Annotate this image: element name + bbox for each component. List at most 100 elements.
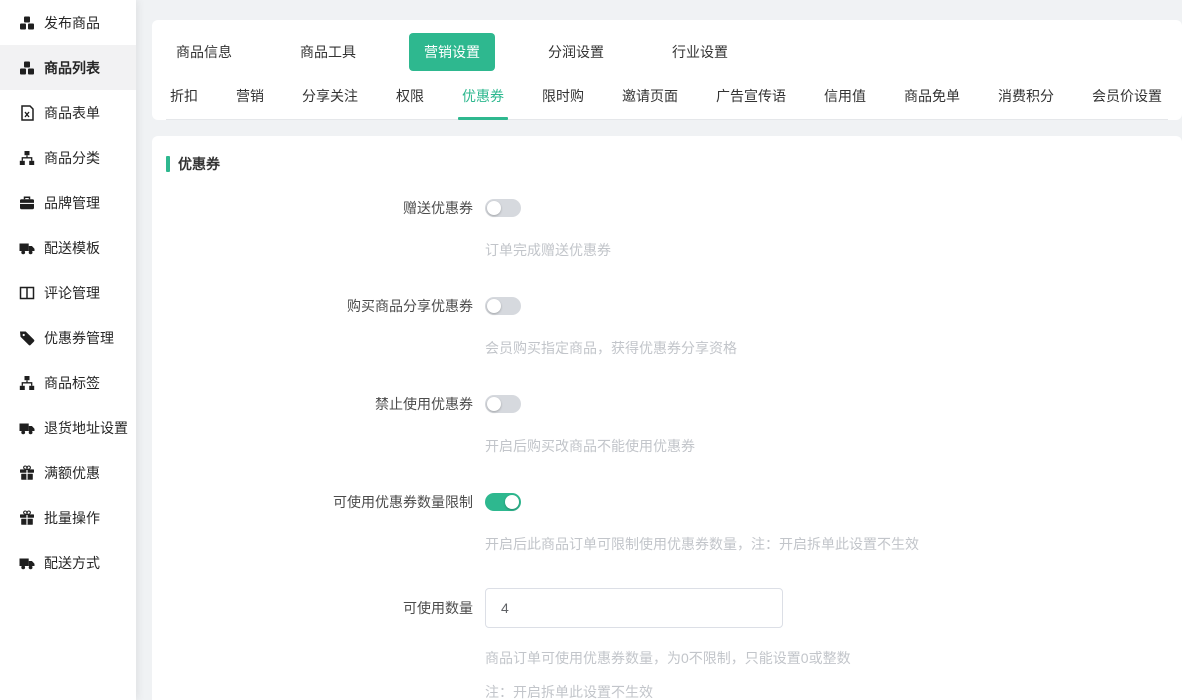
form-row-main: 赠送优惠券 xyxy=(152,196,1182,220)
form-help-line: 注：开启拆单此设置不生效 xyxy=(485,682,1182,700)
sidebar-item[interactable]: 商品列表 xyxy=(0,45,136,90)
tabs-card: 商品信息商品工具营销设置分润设置行业设置 折扣 营销 分享关注 权限 优惠券 限时购 邀请页… xyxy=(152,20,1182,120)
sidebar-item[interactable]: 优惠券管理 xyxy=(0,315,136,360)
truck-icon xyxy=(19,240,35,256)
sidebar-item-label: 优惠券管理 xyxy=(44,328,114,348)
form-help-line: 订单完成赠送优惠券 xyxy=(485,240,1182,260)
tab-5[interactable]: 行业设置 xyxy=(657,33,743,71)
content-card: 优惠券 赠送优惠券订单完成赠送优惠券购买商品分享优惠券会员购买指定商品，获得优惠… xyxy=(152,136,1182,700)
sidebar-item-label: 品牌管理 xyxy=(44,193,100,213)
toggle-switch-off[interactable] xyxy=(485,199,521,217)
sidebar-item[interactable]: 商品表单 xyxy=(0,90,136,135)
form-help-line: 商品订单可使用优惠券数量，为0不限制，只能设置0或整数 xyxy=(485,648,1182,668)
form-row: 可使用数量商品订单可使用优惠券数量，为0不限制，只能设置0或整数注：开启拆单此设… xyxy=(152,588,1182,700)
sidebar-item-label: 满额优惠 xyxy=(44,463,100,483)
briefcase-icon xyxy=(19,195,35,211)
form-row-main: 禁止使用优惠券 xyxy=(152,392,1182,416)
form-row: 购买商品分享优惠券会员购买指定商品，获得优惠券分享资格 xyxy=(152,294,1182,358)
toggle-switch-off[interactable] xyxy=(485,395,521,413)
form-control xyxy=(485,297,521,315)
form-help-line: 开启后此商品订单可限制使用优惠券数量，注：开启拆单此设置不生效 xyxy=(485,534,1182,554)
tab-2[interactable]: 商品工具 xyxy=(285,33,371,71)
sidebar-item-label: 批量操作 xyxy=(44,508,100,528)
sidebar-item-label: 评论管理 xyxy=(44,283,100,303)
tab-3[interactable]: 营销设置 xyxy=(409,33,495,71)
form-control xyxy=(485,588,783,628)
columns-icon xyxy=(19,285,35,301)
sidebar-item-label: 商品列表 xyxy=(44,58,100,78)
subtab-5[interactable]: 优惠券 xyxy=(462,86,504,119)
section-header: 优惠券 xyxy=(152,136,1182,174)
truck-icon xyxy=(19,420,35,436)
form-label: 可使用数量 xyxy=(152,598,473,618)
sidebar-item[interactable]: 品牌管理 xyxy=(0,180,136,225)
tab-1[interactable]: 商品信息 xyxy=(161,33,247,71)
form-label: 禁止使用优惠券 xyxy=(152,394,473,414)
subtab-7[interactable]: 邀请页面 xyxy=(622,86,678,119)
sidebar-item[interactable]: 配送模板 xyxy=(0,225,136,270)
section-title: 优惠券 xyxy=(178,154,220,174)
form-help-text: 会员购买指定商品，获得优惠券分享资格 xyxy=(485,338,1182,358)
sitemap-icon xyxy=(19,150,35,166)
form-help-line: 开启后购买改商品不能使用优惠券 xyxy=(485,436,1182,456)
subtab-1[interactable]: 折扣 xyxy=(170,86,198,119)
form-control xyxy=(485,199,521,217)
sub-tabs: 折扣 营销 分享关注 权限 优惠券 限时购 邀请页面 广告宣传语 信用值 商品免单 消费积分 会员价设… xyxy=(166,71,1168,120)
form-control xyxy=(485,395,521,413)
subtab-9[interactable]: 信用值 xyxy=(824,86,866,119)
sidebar-item[interactable]: 退货地址设置 xyxy=(0,405,136,450)
cubes-icon xyxy=(19,60,35,76)
subtab-4[interactable]: 权限 xyxy=(396,86,424,119)
sitemap-icon xyxy=(19,375,35,391)
form-label: 可使用优惠券数量限制 xyxy=(152,492,473,512)
sidebar-item[interactable]: 批量操作 xyxy=(0,495,136,540)
sidebar-item[interactable]: 商品分类 xyxy=(0,135,136,180)
form-row-main: 可使用优惠券数量限制 xyxy=(152,490,1182,514)
main-area: 商品信息商品工具营销设置分润设置行业设置 折扣营销分享关注权限优惠券限时购邀请页… xyxy=(152,0,1182,700)
sidebar-item-label: 配送方式 xyxy=(44,553,100,573)
subtab-12[interactable]: 会员价设置 xyxy=(1092,86,1162,119)
sidebar: 发布商品商品列表商品表单商品分类品牌管理配送模板评论管理优惠券管理商品标签退货地… xyxy=(0,0,136,700)
tab-4[interactable]: 分润设置 xyxy=(533,33,619,71)
subtab-10[interactable]: 商品免单 xyxy=(904,86,960,119)
sidebar-item-label: 商品分类 xyxy=(44,148,100,168)
sidebar-item-label: 配送模板 xyxy=(44,238,100,258)
subtab-3[interactable]: 分享关注 xyxy=(302,86,358,119)
sidebar-item-label: 商品表单 xyxy=(44,103,100,123)
sidebar-item-label: 商品标签 xyxy=(44,373,100,393)
coupon-settings-form: 赠送优惠券订单完成赠送优惠券购买商品分享优惠券会员购买指定商品，获得优惠券分享资… xyxy=(152,196,1182,700)
form-row-main: 可使用数量 xyxy=(152,588,1182,628)
form-help-text: 开启后此商品订单可限制使用优惠券数量，注：开启拆单此设置不生效 xyxy=(485,534,1182,554)
sidebar-item-label: 退货地址设置 xyxy=(44,418,128,438)
usable-quantity-input[interactable] xyxy=(485,588,783,628)
subtab-11[interactable]: 消费积分 xyxy=(998,86,1054,119)
sidebar-item[interactable]: 发布商品 xyxy=(0,0,136,45)
tag-icon xyxy=(19,330,35,346)
cubes-icon xyxy=(19,15,35,31)
form-help-text: 开启后购买改商品不能使用优惠券 xyxy=(485,436,1182,456)
sidebar-item[interactable]: 评论管理 xyxy=(0,270,136,315)
form-help-text: 商品订单可使用优惠券数量，为0不限制，只能设置0或整数注：开启拆单此设置不生效 xyxy=(485,648,1182,700)
form-label: 购买商品分享优惠券 xyxy=(152,296,473,316)
subtab-6[interactable]: 限时购 xyxy=(542,86,584,119)
gift-icon xyxy=(19,510,35,526)
sidebar-item[interactable]: 配送方式 xyxy=(0,540,136,585)
main-tabs: 商品信息商品工具营销设置分润设置行业设置 xyxy=(152,20,1182,71)
file-excel-icon xyxy=(19,105,35,121)
truck-icon xyxy=(19,555,35,571)
subtab-2[interactable]: 营销 xyxy=(236,86,264,119)
subtab-8[interactable]: 广告宣传语 xyxy=(716,86,786,119)
form-row-main: 购买商品分享优惠券 xyxy=(152,294,1182,318)
form-control xyxy=(485,493,521,511)
form-help-text: 订单完成赠送优惠券 xyxy=(485,240,1182,260)
toggle-switch-off[interactable] xyxy=(485,297,521,315)
form-help-line: 会员购买指定商品，获得优惠券分享资格 xyxy=(485,338,1182,358)
gift-icon xyxy=(19,465,35,481)
section-accent-bar xyxy=(166,156,170,172)
form-row: 禁止使用优惠券开启后购买改商品不能使用优惠券 xyxy=(152,392,1182,456)
form-row: 可使用优惠券数量限制开启后此商品订单可限制使用优惠券数量，注：开启拆单此设置不生… xyxy=(152,490,1182,554)
sidebar-item[interactable]: 商品标签 xyxy=(0,360,136,405)
form-row: 赠送优惠券订单完成赠送优惠券 xyxy=(152,196,1182,260)
toggle-switch-on[interactable] xyxy=(485,493,521,511)
sidebar-item[interactable]: 满额优惠 xyxy=(0,450,136,495)
